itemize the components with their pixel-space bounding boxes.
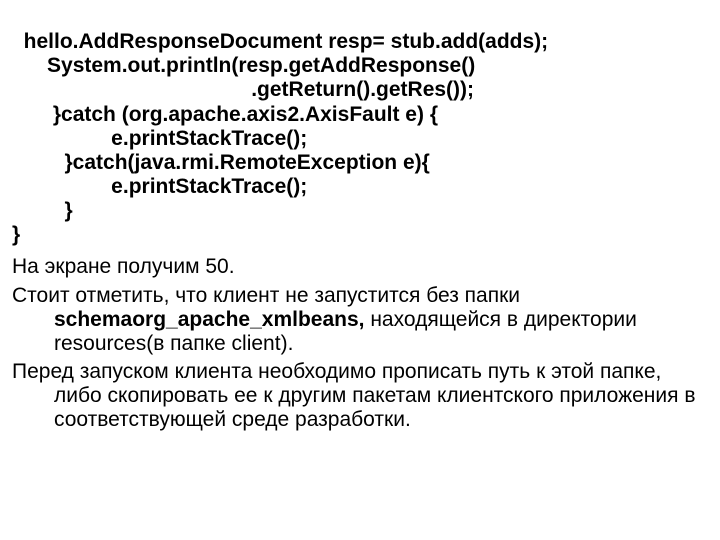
code-block: hello.AddResponseDocument resp= stub.add… (12, 6, 708, 247)
code-line: e.printStackTrace(); (12, 127, 307, 150)
code-line: }catch(java.rmi.RemoteException e){ (12, 151, 430, 174)
paragraph-instructions: Перед запуском клиента необходимо пропис… (12, 360, 708, 432)
text-run: Стоит отметить, что клиент не запустится… (12, 284, 520, 307)
folder-name-bold: schemaorg_apache_xmlbeans, (54, 308, 365, 331)
slide-content: hello.AddResponseDocument resp= stub.add… (0, 0, 720, 442)
code-line: } (12, 199, 73, 222)
paragraph-note: Стоит отметить, что клиент не запустится… (12, 284, 708, 356)
paragraph-result: На экране получим 50. (12, 255, 708, 279)
code-line: hello.AddResponseDocument resp= stub.add… (12, 30, 548, 53)
code-line: System.out.println(resp.getAddResponse() (12, 54, 475, 77)
code-line: } (12, 223, 20, 246)
code-line: .getReturn().getRes()); (12, 78, 474, 101)
code-line: e.printStackTrace(); (12, 175, 307, 198)
code-line: }catch (org.apache.axis2.AxisFault e) { (12, 103, 438, 126)
